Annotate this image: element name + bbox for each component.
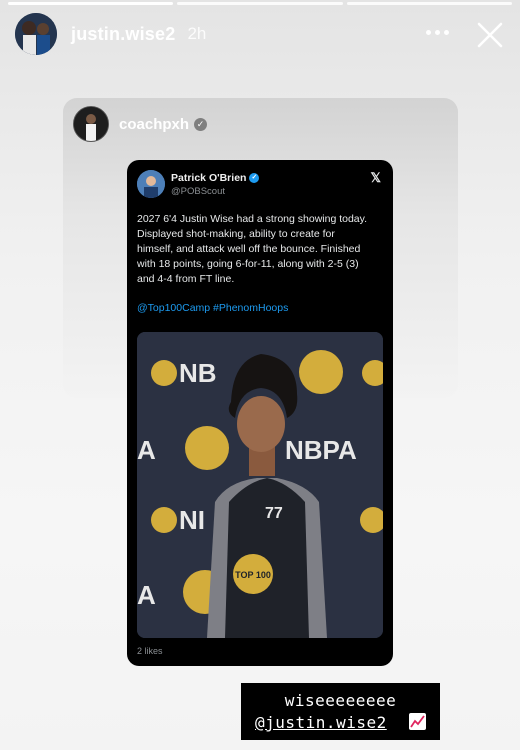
story-header: justin.wise2 2h [15,12,505,56]
tweet-avatar [137,170,165,198]
chart-increasing-icon [409,713,426,730]
tweet-author-name: Patrick O'Brien [171,171,247,184]
jersey-number: 77 [265,505,283,522]
post-header: coachpxh ✓ [73,106,208,142]
caption-sticker: wiseeeeeeee @justin.wise2 [241,683,440,740]
story-progress-bar [8,2,512,5]
caption-mention[interactable]: @justin.wise2 [255,713,387,732]
tweet-body: 2027 6'4 Justin Wise had a strong showin… [137,213,368,285]
tweet-likes: 2 likes [137,646,163,656]
story-avatar[interactable] [15,13,57,55]
tweet-header: Patrick O'Brien ✓ @POBScout [137,170,260,198]
progress-segment [346,2,512,5]
tweet-card[interactable]: Patrick O'Brien ✓ @POBScout 𝕏 2027 6'4 J… [127,160,393,666]
tweet-photo: NB A NBPA NI A TOP 100 77 [137,332,383,638]
tweet-verified-icon: ✓ [249,172,260,183]
jersey-logo: TOP 100 [235,570,271,580]
banner-text: NB [179,358,217,388]
x-logo-icon: 𝕏 [370,170,381,185]
banner-text: A [137,580,156,610]
post-username[interactable]: coachpxh [119,116,189,133]
progress-segment [8,2,174,5]
banner-text: NBPA [285,435,357,465]
story-timestamp: 2h [187,24,207,43]
story-username[interactable]: justin.wise2 [71,24,175,45]
post-avatar[interactable] [73,106,109,142]
verified-icon: ✓ [194,117,208,131]
tweet-author-handle: @POBScout [171,185,225,197]
more-icon[interactable] [426,30,449,35]
tweet-hashtags[interactable]: @Top100Camp #PhenomHoops [137,302,288,314]
progress-segment [177,2,343,5]
banner-text: NI [179,505,205,535]
caption-text: wiseeeeeeee [284,691,397,710]
close-icon[interactable] [475,20,505,50]
banner-text: A [137,435,156,465]
